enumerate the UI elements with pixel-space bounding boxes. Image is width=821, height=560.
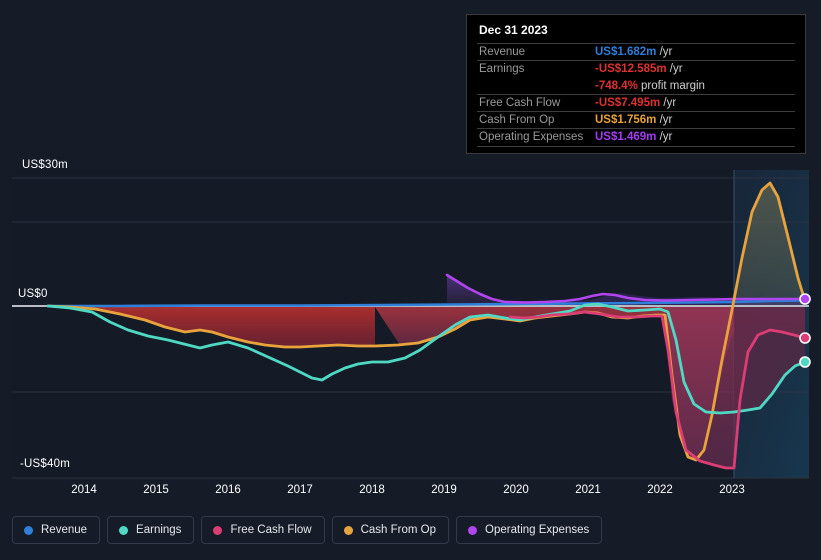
data-point-tooltip: Dec 31 2023 Revenue US$1.682m /yr Earnings… <box>466 14 806 154</box>
financial-chart-widget: US$30m US$0 -US$40m 2014 2015 2016 2017 2018… <box>0 0 821 560</box>
x-axis-label-2020: 2020 <box>503 484 529 496</box>
tooltip-bottom-rule <box>477 146 795 147</box>
tooltip-row: -748.4% profit margin <box>477 77 795 94</box>
tooltip-row-label: Free Cash Flow <box>479 97 561 109</box>
legend-item-free-cash-flow[interactable]: Free Cash Flow <box>201 516 325 544</box>
y-axis-label-top: US$30m <box>22 159 68 171</box>
series-dot-icon <box>119 525 129 535</box>
tooltip-row-value: US$1.682m /yr <box>595 46 673 58</box>
y-axis-label-bottom: -US$40m <box>20 458 70 470</box>
tooltip-row-label: Revenue <box>479 46 526 58</box>
series-dot-icon <box>343 525 353 535</box>
tooltip-row-value: US$1.756m /yr <box>595 114 673 126</box>
x-axis-label-2021: 2021 <box>575 484 601 496</box>
x-axis-label-2018: 2018 <box>359 484 385 496</box>
legend-item-label: Cash From Op <box>360 524 437 536</box>
x-axis-label-2015: 2015 <box>143 484 169 496</box>
tooltip-rows: Revenue US$1.682m /yr Earnings -US$12.585m … <box>477 43 795 145</box>
tooltip-date: Dec 31 2023 <box>479 23 548 37</box>
tooltip-row-value: -748.4% profit margin <box>595 79 705 92</box>
tooltip-row-value: -US$12.585m /yr <box>595 63 683 75</box>
endpoint-marker-operating-expenses[interactable] <box>799 293 811 305</box>
x-axis-label-2023: 2023 <box>719 484 745 496</box>
x-axis: 2014 2015 2016 2017 2018 2019 2020 2021 2022 2023 <box>0 482 821 506</box>
endpoint-marker-free-cash-flow[interactable] <box>799 332 811 344</box>
legend-item-cash-from-op[interactable]: Cash From Op <box>331 516 450 544</box>
tooltip-row: Free Cash Flow -US$7.495m /yr <box>477 94 795 111</box>
y-axis-label-zero: US$0 <box>18 288 48 300</box>
legend-item-label: Free Cash Flow <box>230 524 312 536</box>
tooltip-row-label: Operating Expenses <box>479 131 584 143</box>
tooltip-row-value: -US$7.495m /yr <box>595 97 677 109</box>
series-dot-icon <box>24 525 33 535</box>
tooltip-row: Operating Expenses US$1.469m /yr <box>477 128 795 145</box>
x-axis-label-2019: 2019 <box>431 484 457 496</box>
legend-item-operating-expenses[interactable]: Operating Expenses <box>456 516 603 544</box>
series-dot-icon <box>213 525 223 535</box>
tooltip-row-value: US$1.469m /yr <box>595 131 673 143</box>
tooltip-row: Earnings -US$12.585m /yr <box>477 60 795 77</box>
x-axis-label-2017: 2017 <box>287 484 313 496</box>
tooltip-row: Cash From Op US$1.756m /yr <box>477 111 795 128</box>
series-dot-icon <box>468 525 478 535</box>
x-axis-label-2022: 2022 <box>647 484 673 496</box>
tooltip-row: Revenue US$1.682m /yr <box>477 43 795 60</box>
endpoint-marker-earnings[interactable] <box>799 356 811 368</box>
legend-item-label: Earnings <box>136 524 182 536</box>
x-axis-label-2016: 2016 <box>215 484 241 496</box>
legend-item-revenue[interactable]: Revenue <box>12 516 101 544</box>
x-axis-label-2014: 2014 <box>71 484 97 496</box>
chart-legend[interactable]: Revenue Earnings Free Cash Flow Cash From O… <box>12 516 603 544</box>
legend-item-earnings[interactable]: Earnings <box>107 516 195 544</box>
tooltip-row-label: Earnings <box>479 63 525 75</box>
legend-item-label: Revenue <box>41 524 88 536</box>
tooltip-row-label: Cash From Op <box>479 114 555 126</box>
legend-item-label: Operating Expenses <box>485 524 590 536</box>
